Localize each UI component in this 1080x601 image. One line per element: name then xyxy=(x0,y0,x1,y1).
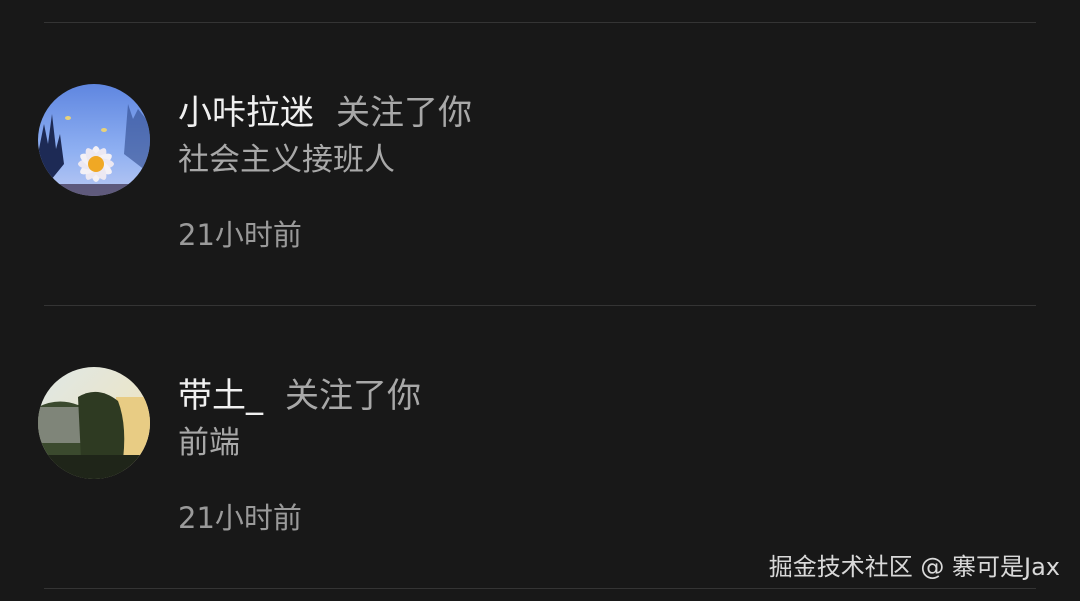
avatar[interactable] xyxy=(38,84,150,196)
follow-action-text: 关注了你 xyxy=(285,376,421,416)
avatar[interactable] xyxy=(38,367,150,479)
username-link[interactable]: 带土_ xyxy=(178,376,263,416)
follower-notification-list: 小咔拉迷 关注了你 社会主义接班人 21小时前 带土_ 关注了你 前端 21小时… xyxy=(0,0,1080,601)
timestamp: 21小时前 xyxy=(178,501,302,535)
daisy-photo-icon xyxy=(38,84,150,196)
list-item[interactable]: 带土_ 关注了你 前端 21小时前 xyxy=(0,306,1080,588)
timestamp: 21小时前 xyxy=(178,218,302,252)
list-item[interactable]: 小咔拉迷 关注了你 社会主义接班人 21小时前 xyxy=(0,23,1080,305)
follow-action-text: 关注了你 xyxy=(336,93,472,133)
user-bio: 前端 xyxy=(178,425,240,461)
notification-title: 带土_ 关注了你 xyxy=(178,376,421,416)
username-link[interactable]: 小咔拉迷 xyxy=(178,93,314,133)
notification-title: 小咔拉迷 关注了你 xyxy=(178,93,472,133)
watermark: 掘金技术社区 @ 寨可是Jax xyxy=(768,553,1060,581)
divider xyxy=(44,588,1036,589)
landscape-photo-icon xyxy=(38,367,150,479)
user-bio: 社会主义接班人 xyxy=(178,142,395,178)
